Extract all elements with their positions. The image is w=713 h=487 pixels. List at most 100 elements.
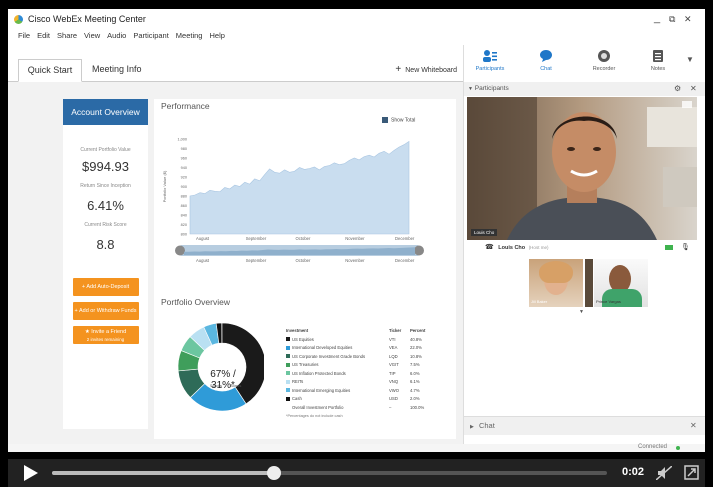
row-name: International Emerging Equities [292, 387, 351, 393]
participants-panel-header: ▼ Participants ⚙ ✕ [464, 82, 705, 96]
time-display: 0:02 [622, 466, 645, 478]
menu-edit[interactable]: Edit [37, 31, 50, 40]
add-auto-deposit-button[interactable]: + Add Auto-Deposit [72, 278, 139, 296]
checkbox-icon [382, 117, 388, 123]
close-button[interactable]: ✕ [684, 14, 692, 25]
y-tick-label: 940 [181, 166, 187, 170]
microphone-icon[interactable]: 🎙︎ [681, 240, 690, 256]
y-tick-label: 960 [181, 157, 187, 161]
legend-swatch [286, 388, 290, 393]
overall-percent: 100.0% [410, 404, 425, 410]
thumbnail-divider [585, 259, 593, 307]
row-percent: 4.7% [410, 387, 420, 393]
menu-file[interactable]: File [18, 31, 30, 40]
menu-share[interactable]: Share [57, 31, 77, 40]
menu-help[interactable]: Help [209, 31, 224, 40]
legend-swatch [286, 396, 290, 401]
row-percent: 6.1% [410, 379, 420, 384]
chat-tab[interactable]: Chat [524, 49, 568, 72]
dashboard-main: Performance Show Total 1,000 980 960 940 920… [154, 99, 456, 439]
show-total-checkbox[interactable]: Show Total [382, 117, 415, 123]
legend-swatch [286, 379, 290, 384]
participants-tab[interactable]: Participants [468, 49, 512, 72]
new-whiteboard-button[interactable]: + New Whiteboard [395, 64, 457, 75]
tab-quick-start[interactable]: Quick Start [18, 59, 82, 82]
seek-bar[interactable] [52, 466, 607, 480]
seek-progress [52, 471, 274, 475]
portfolio-row: International Developed Equities VEA 22.0% [286, 344, 446, 353]
portfolio-rows: US Equities VTI 40.8% International Develop… [286, 336, 446, 404]
presenter-name: Louis Cho [498, 245, 526, 251]
bonds-label: Bonds [230, 383, 242, 388]
settings-gear-icon[interactable]: ⚙ [674, 82, 681, 96]
portfolio-value: $994.93 [82, 159, 129, 174]
y-axis-label: Portfolio Value ($) [162, 170, 167, 202]
panel-close-icon[interactable]: ✕ [690, 82, 697, 96]
row-percent: 2.0% [410, 396, 420, 401]
chat-close-icon[interactable]: ✕ [690, 417, 697, 435]
presenter-role: (Host me) [528, 245, 549, 250]
stocks-label: Stocks [210, 383, 223, 388]
play-icon[interactable] [24, 465, 38, 481]
allocation-donut [177, 322, 264, 412]
notes-icon [653, 50, 663, 62]
return-label: Return Since Inception [80, 183, 131, 189]
x-tick-label: November [345, 236, 365, 241]
performance-area [189, 140, 410, 235]
menu-participant[interactable]: Participant [133, 31, 168, 40]
performance-chart: 1,000 980 960 940 920 900 880 860 840 820 800 Portf… [162, 138, 424, 263]
fullscreen-icon[interactable] [684, 465, 699, 480]
add-auto-deposit-label: Add Auto-Deposit [86, 284, 130, 290]
thumbnail-jill[interactable]: Jill Baker [529, 259, 583, 307]
chat-panel-header[interactable]: ▶ Chat ✕ [464, 416, 705, 435]
legend-swatch [286, 345, 290, 350]
return-value: 6.41% [87, 198, 124, 213]
scroll-down-icon[interactable]: ▼ [579, 309, 584, 315]
webex-window: Cisco WebEx Meeting Center _ ⧉ ✕ File Edi… [8, 9, 705, 452]
thumbnail-prince[interactable]: Prince Vargas [594, 259, 648, 307]
minimize-button[interactable]: _ [654, 12, 660, 24]
performance-title: Performance [161, 101, 210, 111]
right-panel: Participants Chat Recorder Notes ▼ ▼ Par… [463, 45, 705, 452]
restore-button[interactable]: ⧉ [669, 14, 675, 25]
row-ticker: LQD [389, 353, 398, 359]
connected-dot-icon [676, 446, 680, 450]
row-name: US Corporate Investment Grade Bonds [292, 353, 366, 359]
collapse-arrow-icon[interactable]: ▼ [468, 86, 473, 92]
menu-audio[interactable]: Audio [107, 31, 126, 40]
range-x-label: December [395, 258, 415, 263]
thumbnail-prince-name: Prince Vargas [596, 299, 621, 304]
portfolio-title: Portfolio Overview [161, 297, 230, 307]
risk-score-value: 8.8 [96, 237, 115, 252]
add-withdraw-button[interactable]: + Add or Withdraw Funds [72, 302, 139, 320]
notes-tab[interactable]: Notes [636, 49, 680, 72]
add-withdraw-label: Add or Withdraw Funds [78, 308, 137, 314]
invite-friend-label: Invite a Friend [91, 329, 127, 335]
tab-meeting-info[interactable]: Meeting Info [92, 64, 142, 74]
invite-friend-button[interactable]: ★ Invite a Friend 2 invites remaining [72, 326, 139, 344]
status-bar: Connected [8, 444, 705, 452]
overall-label: Overall Investment Portfolio [292, 404, 344, 410]
portfolio-row: Cash USD 2.0% [286, 395, 446, 404]
portfolio-table-header: Investment Ticker Percent [286, 327, 446, 336]
video-player-controls: 0:02 [8, 459, 705, 487]
row-ticker: VTI [389, 336, 396, 342]
connection-status: Connected [638, 444, 668, 450]
row-ticker: USD [389, 396, 398, 401]
video-popout-icon[interactable] [682, 101, 692, 108]
active-speaker-video: Louis Cho [467, 97, 697, 240]
recorder-tab[interactable]: Recorder [582, 49, 626, 72]
participants-icon [483, 50, 497, 62]
row-name: International Developed Equities [292, 345, 353, 350]
menu-view[interactable]: View [84, 31, 100, 40]
seek-handle[interactable] [267, 466, 281, 480]
menu-meeting[interactable]: Meeting [176, 31, 203, 40]
portfolio-row: International Emerging Equities VWO 4.7% [286, 387, 446, 396]
portfolio-row: REITs VNQ 6.1% [286, 378, 446, 387]
expand-arrow-icon: ▶ [470, 424, 474, 430]
volume-muted-icon[interactable] [656, 466, 672, 480]
panel-options-chevron-icon[interactable]: ▼ [686, 55, 694, 64]
camera-icon[interactable] [665, 245, 673, 250]
row-ticker: TIP [389, 370, 396, 376]
range-slider-left-handle [175, 245, 185, 256]
